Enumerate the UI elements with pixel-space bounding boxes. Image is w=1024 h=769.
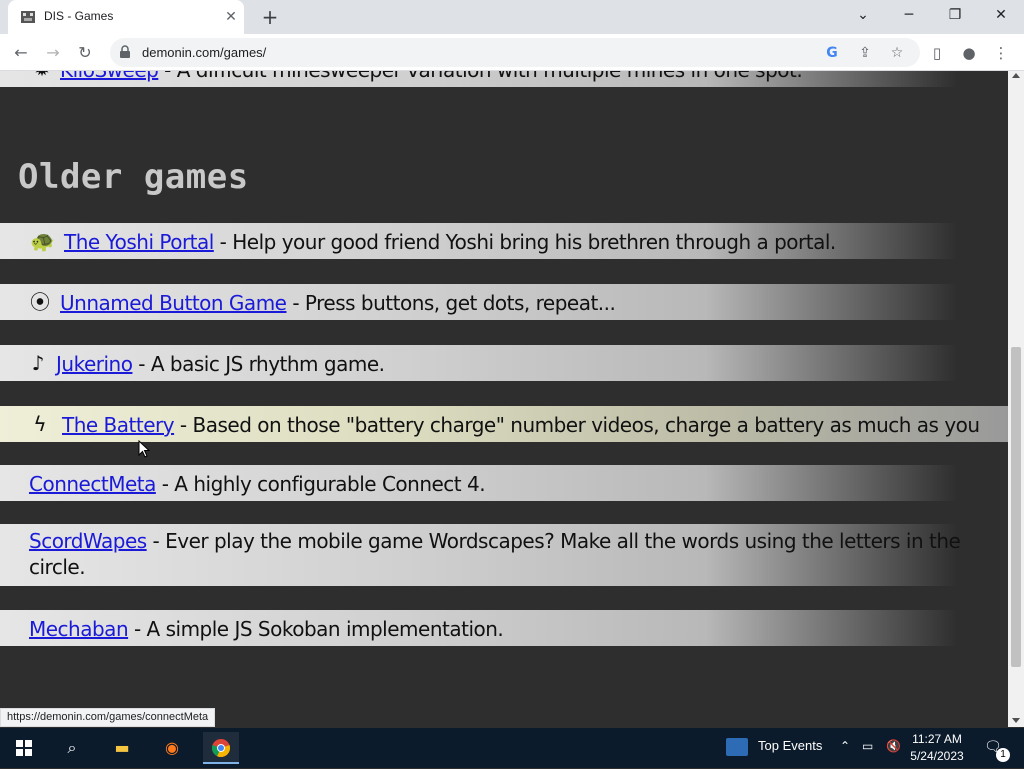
- search-icon[interactable]: ⌕: [54, 732, 90, 764]
- game-description: - Press buttons, get dots, repeat...: [286, 291, 616, 315]
- list-item: ConnectMeta - A highly configurable Conn…: [0, 465, 1008, 501]
- lock-icon: [120, 45, 130, 58]
- status-link-preview: https://demonin.com/games/connectMeta: [0, 708, 216, 727]
- game-entry-text: ConnectMeta - A highly configurable Conn…: [29, 472, 486, 496]
- game-link[interactable]: Unnamed Button Game: [60, 291, 287, 315]
- browser-toolbar: ← → ↻ demonin.com/games/ G ⇪ ☆ ▯ ● ⋮: [0, 34, 1024, 71]
- yoshi-icon: 🐢: [30, 229, 55, 253]
- game-entry-text: The Yoshi Portal - Help your good friend…: [64, 230, 836, 254]
- scroll-down-arrow-icon[interactable]: [1012, 718, 1020, 723]
- game-link[interactable]: The Battery: [62, 413, 175, 437]
- list-item: ♪ Jukerino - A basic JS rhythm game.: [0, 345, 1008, 381]
- weather-widget-icon[interactable]: [726, 738, 748, 756]
- minimize-button[interactable]: ─: [886, 0, 932, 30]
- game-link[interactable]: Mechaban: [29, 617, 129, 641]
- tab-strip: DIS - Games ✕ + ⌄ ─ ❐ ✕: [0, 0, 1024, 34]
- address-bar[interactable]: demonin.com/games/ G ⇪ ☆: [110, 38, 920, 67]
- tab-active[interactable]: DIS - Games ✕: [8, 0, 244, 34]
- restore-button[interactable]: ❐: [932, 0, 978, 30]
- game-link[interactable]: ScordWapes: [29, 529, 147, 553]
- game-entry-text: ScordWapes - Ever play the mobile game W…: [29, 528, 1008, 580]
- lightning-icon: ϟ: [33, 412, 47, 436]
- tab-title: DIS - Games: [44, 9, 114, 23]
- list-item: ⦿ Unnamed Button Game - Press buttons, g…: [0, 284, 1008, 320]
- section-heading: Older games: [18, 157, 249, 197]
- network-icon[interactable]: ▭: [862, 739, 873, 753]
- game-description: - A difficult minesweeper variation with…: [158, 71, 803, 82]
- kilosweep-icon: ✹: [30, 71, 54, 81]
- game-entry-text: Mechaban - A simple JS Sokoban implement…: [29, 617, 504, 641]
- profile-avatar-icon[interactable]: ●: [958, 42, 980, 64]
- weather-widget-label[interactable]: Top Events: [758, 738, 822, 753]
- clock-time: 11:27 AM: [912, 732, 962, 746]
- game-link[interactable]: The Yoshi Portal: [64, 230, 214, 254]
- tab-close-icon[interactable]: ✕: [222, 8, 240, 26]
- tab-search-chevron-icon[interactable]: ⌄: [840, 0, 886, 30]
- game-entry-text: KiloSweep - A difficult minesweeper vari…: [60, 71, 803, 82]
- system-clock[interactable]: 11:27 AM 5/24/2023: [906, 731, 968, 765]
- game-description: - A simple JS Sokoban implementation.: [128, 617, 504, 641]
- back-button[interactable]: ←: [8, 40, 34, 66]
- menu-kebab-icon[interactable]: ⋮: [990, 42, 1012, 64]
- list-item: ϟ The Battery - Based on those "battery …: [0, 406, 1008, 442]
- list-item: ✹ KiloSweep - A difficult minesweeper va…: [0, 71, 1008, 87]
- chrome-icon[interactable]: [203, 732, 239, 764]
- tray-chevron-icon[interactable]: ⌃: [840, 739, 850, 753]
- start-windows-icon[interactable]: [6, 732, 42, 764]
- google-icon[interactable]: G: [822, 43, 842, 63]
- list-item: 🐢 The Yoshi Portal - Help your good frie…: [0, 223, 1008, 259]
- music-note-icon: ♪: [31, 351, 45, 375]
- scroll-thumb[interactable]: [1011, 347, 1021, 667]
- clock-date: 5/24/2023: [910, 749, 964, 763]
- game-description: - A highly configurable Connect 4.: [155, 472, 486, 496]
- game-description: - Ever play the mobile game Wordscapes? …: [29, 529, 961, 579]
- dot-button-icon: ⦿: [30, 290, 50, 314]
- volume-muted-icon[interactable]: 🔇: [886, 739, 901, 753]
- list-item: Mechaban - A simple JS Sokoban implement…: [0, 610, 1008, 646]
- url-text[interactable]: demonin.com/games/: [142, 45, 266, 60]
- game-description: - Help your good friend Yoshi bring his …: [213, 230, 837, 254]
- windows-taskbar: ⌕ ▬ ◉ Top Events ⌃ ▭ 🔇 11:27 AM 5/24/202…: [0, 728, 1024, 768]
- game-entry-text: Unnamed Button Game - Press buttons, get…: [60, 291, 616, 315]
- game-link[interactable]: KiloSweep: [60, 71, 159, 82]
- game-link[interactable]: ConnectMeta: [29, 472, 156, 496]
- side-panel-icon[interactable]: ▯: [926, 42, 948, 64]
- game-entry-text: The Battery - Based on those "battery ch…: [62, 413, 980, 437]
- mouse-cursor-icon: [138, 440, 150, 458]
- firefox-icon[interactable]: ◉: [154, 732, 190, 764]
- bookmark-star-icon[interactable]: ☆: [887, 43, 907, 63]
- forward-button[interactable]: →: [40, 40, 66, 66]
- reload-button[interactable]: ↻: [72, 40, 98, 66]
- page-viewport: ✹ KiloSweep - A difficult minesweeper va…: [0, 71, 1008, 727]
- game-description: - A basic JS rhythm game.: [132, 352, 385, 376]
- file-explorer-icon[interactable]: ▬: [104, 732, 140, 764]
- close-window-button[interactable]: ✕: [978, 0, 1024, 30]
- notification-count-badge: 1: [996, 748, 1010, 762]
- share-icon[interactable]: ⇪: [855, 43, 875, 63]
- game-entry-text: Jukerino - A basic JS rhythm game.: [56, 352, 385, 376]
- game-description: - Based on those "battery charge" number…: [174, 413, 980, 437]
- scroll-up-arrow-icon[interactable]: [1012, 73, 1020, 78]
- list-item: ScordWapes - Ever play the mobile game W…: [0, 524, 1008, 586]
- page-scrollbar[interactable]: [1008, 71, 1024, 727]
- new-tab-button[interactable]: +: [258, 6, 282, 28]
- site-favicon-icon: [21, 11, 35, 23]
- game-link[interactable]: Jukerino: [56, 352, 133, 376]
